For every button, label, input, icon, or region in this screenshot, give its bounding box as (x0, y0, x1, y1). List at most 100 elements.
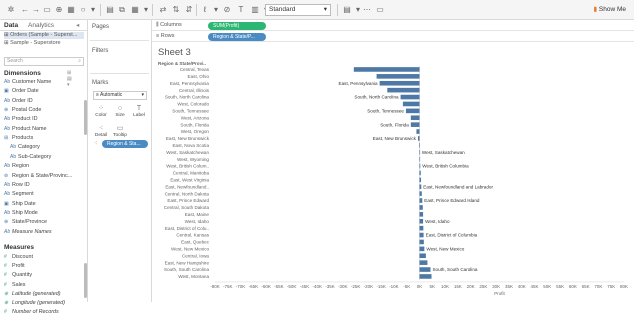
rows-pill[interactable]: Region & State/P... (208, 32, 266, 41)
columns-pill[interactable]: SUM(Profit) (208, 21, 266, 30)
sort-desc-icon[interactable]: ⇵ (184, 4, 194, 15)
bar[interactable] (419, 177, 422, 183)
fit-select[interactable]: Standard ▾ (265, 4, 331, 16)
add-datasource-icon[interactable]: ⊕ (54, 4, 64, 15)
dropdown-icon[interactable]: ▾ (88, 4, 98, 15)
field-item[interactable]: # Discount (4, 254, 33, 261)
label-button[interactable]: T Label (131, 104, 147, 120)
tab-data[interactable]: Data (4, 21, 18, 31)
clear-sheet-icon[interactable]: ▦ (130, 4, 140, 15)
mark-type-select[interactable]: ≡ Automatic ▾ (93, 91, 147, 100)
bar[interactable] (417, 136, 420, 141)
share-icon[interactable]: ⋯ (362, 4, 372, 15)
back-icon[interactable]: ← (20, 4, 30, 15)
rows-shelf[interactable]: ≡ Rows Region & State/P... (152, 31, 634, 42)
bar[interactable] (419, 260, 428, 265)
color-button[interactable]: ⁘ Color (93, 104, 109, 120)
bar[interactable] (400, 94, 420, 100)
bar[interactable] (419, 225, 424, 231)
detail-pill[interactable]: Region & Sta... (102, 140, 148, 148)
bar[interactable] (419, 253, 426, 259)
bar[interactable] (387, 87, 420, 93)
refresh-icon[interactable]: ○ (78, 4, 88, 15)
bar[interactable] (419, 239, 424, 245)
tableau-logo-icon[interactable]: ✲ (6, 4, 16, 15)
bar[interactable] (419, 274, 432, 279)
bar[interactable] (379, 80, 420, 86)
bar[interactable] (419, 232, 424, 238)
datasource-item[interactable]: ⊞ Orders (Sample - Superst... (4, 32, 84, 39)
field-item[interactable]: ⊕ Latitude (generated) (4, 291, 61, 298)
field-item[interactable]: ⊕ State/Province (4, 219, 47, 226)
duplicate-sheet-icon[interactable]: ⧉ (117, 4, 127, 15)
bar[interactable] (419, 218, 424, 224)
presentation-icon[interactable]: ▭ (375, 4, 385, 15)
minimize-icon[interactable]: ◂ (76, 21, 79, 31)
scrollbar[interactable] (84, 263, 87, 298)
bar[interactable] (419, 184, 422, 190)
bar[interactable] (419, 205, 423, 210)
bar[interactable] (376, 74, 420, 79)
field-item[interactable]: ⊚ Region & State/Provinc... (4, 173, 72, 180)
field-item[interactable]: Ab Measure Names (4, 229, 52, 236)
highlight-icon[interactable]: ℓ (200, 4, 210, 15)
field-item[interactable]: Ab Category (10, 144, 40, 151)
fix-axes-icon[interactable]: ▥ (250, 4, 260, 15)
field-item[interactable]: Ab Ship Mode (4, 210, 38, 217)
show-cards-icon[interactable]: ▤ (342, 4, 352, 15)
bar[interactable] (353, 67, 420, 72)
bar[interactable] (419, 170, 421, 176)
bar[interactable] (419, 191, 422, 196)
size-button[interactable]: ○ Size (112, 104, 128, 120)
bar[interactable] (419, 212, 424, 217)
bar[interactable] (410, 115, 420, 121)
field-item[interactable]: ⊞ Products (4, 135, 33, 142)
field-item[interactable]: # Quantity (4, 272, 32, 279)
field-item[interactable]: ▣ Ship Date (4, 201, 36, 208)
field-item[interactable]: Ab Product ID (4, 116, 37, 123)
field-item[interactable]: # Sales (4, 282, 26, 289)
field-item[interactable]: Ab Segment (4, 191, 34, 198)
bar[interactable] (419, 149, 421, 155)
field-item[interactable]: Ab Row ID (4, 182, 30, 189)
field-item[interactable]: Ab Region (4, 163, 29, 170)
group-icon[interactable]: ⊘ (222, 4, 232, 15)
bar[interactable] (410, 122, 420, 127)
bar[interactable] (405, 108, 420, 114)
field-item[interactable]: # Profit (4, 263, 25, 270)
field-item[interactable]: ▣ Order Date (4, 88, 39, 95)
forward-icon[interactable]: → (31, 4, 41, 15)
show-me-button[interactable]: ▮ Show Me (594, 4, 627, 16)
field-item[interactable]: Ab Customer Name (4, 79, 51, 86)
tab-analytics[interactable]: Analytics (28, 21, 54, 31)
field-item[interactable]: Ab Product Name (4, 126, 46, 133)
bar[interactable] (419, 246, 425, 252)
columns-shelf[interactable]: ⫼ Columns SUM(Profit) (152, 20, 634, 31)
field-item[interactable]: # Number of Records (4, 309, 59, 316)
bar[interactable] (416, 129, 420, 134)
sort-asc-icon[interactable]: ⇅ (171, 4, 181, 15)
scrollbar[interactable] (84, 100, 87, 135)
field-item[interactable]: Ab Sub-Category (10, 154, 51, 161)
tooltip-button[interactable]: ▭ Tooltip (112, 124, 128, 140)
bar[interactable] (419, 163, 421, 169)
save-icon[interactable]: ▭ (42, 4, 52, 15)
field-item[interactable]: ⊕ Postal Code (4, 107, 41, 114)
bar[interactable] (419, 198, 423, 203)
bar[interactable] (419, 156, 421, 162)
highlight-dropdown-icon[interactable]: ▾ (211, 4, 221, 15)
bar[interactable] (402, 101, 420, 107)
datasource-icon[interactable]: ▦ (66, 4, 76, 15)
new-sheet-icon[interactable]: ▤ (105, 4, 115, 15)
field-item[interactable]: ⊕ Longitude (generated) (4, 300, 65, 307)
detail-button[interactable]: ⁖ Detail (93, 124, 109, 140)
bar[interactable] (419, 267, 431, 272)
bar[interactable] (419, 143, 420, 148)
swap-icon[interactable]: ⇄ (158, 4, 168, 15)
labels-icon[interactable]: T (236, 4, 246, 15)
clear-dropdown-icon[interactable]: ▾ (141, 4, 151, 15)
field-item[interactable]: Ab Order ID (4, 98, 33, 105)
dimensions-menu-icon[interactable]: ⊞ ▤ ▾ (67, 70, 72, 88)
search-input[interactable]: Search ⌕ (4, 57, 84, 66)
datasource-item[interactable]: ⊞ Sample - Superstore (4, 40, 61, 47)
